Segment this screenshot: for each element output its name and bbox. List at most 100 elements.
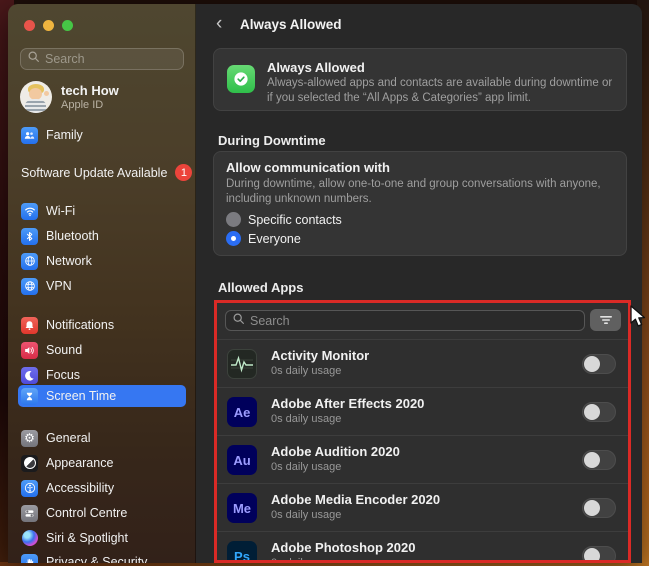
app-usage: 0s daily usage [271,557,341,563]
sidebar-item-label: Control Centre [46,506,127,520]
radio-unselected-icon[interactable] [226,212,241,227]
wifi-icon [21,203,38,220]
filter-button[interactable] [590,309,621,331]
sidebar-item-siri-spotlight[interactable]: Siri & Spotlight [18,527,186,549]
always-allowed-info-card: Always Allowed Always-allowed apps and c… [213,48,627,111]
audition-icon: Au [227,445,257,475]
app-toggle[interactable] [582,450,616,470]
check-seal-icon [227,65,255,93]
app-name: Adobe Photoshop 2020 [271,540,415,555]
app-row-media-encoder[interactable]: Me Adobe Media Encoder 2020 0s daily usa… [215,483,630,531]
back-button[interactable]: ‹ [216,13,222,35]
sidebar-item-accessibility[interactable]: Accessibility [18,477,186,499]
software-update-label: Software Update Available [21,166,167,180]
bluetooth-icon [21,228,38,245]
media-encoder-icon: Me [227,493,257,523]
info-card-description: Always-allowed apps and contacts are ava… [267,76,617,106]
sidebar: tech How Apple ID Family Software Update… [8,4,196,563]
moon-icon [21,367,38,384]
sidebar-item-privacy-security[interactable]: Privacy & Security [18,551,186,563]
minimize-window-button[interactable] [43,20,54,31]
sidebar-item-screen-time[interactable]: Screen Time [18,385,186,407]
sidebar-item-label: Screen Time [46,389,116,403]
sidebar-item-label: Family [46,128,83,142]
app-toggle[interactable] [582,546,616,563]
close-window-button[interactable] [24,20,35,31]
apps-search-row [215,301,630,339]
during-downtime-card: Allow communication with During downtime… [213,151,627,256]
apps-search-input[interactable] [250,314,550,328]
after-effects-icon: Ae [227,397,257,427]
sidebar-item-appearance[interactable]: Appearance [18,452,186,474]
communication-title: Allow communication with [226,160,390,175]
system-settings-window: tech How Apple ID Family Software Update… [8,4,642,563]
sidebar-search-input[interactable] [45,52,165,66]
page-title: Always Allowed [240,17,342,32]
sidebar-profile[interactable]: tech How Apple ID [20,81,119,113]
app-toggle[interactable] [582,498,616,518]
bell-icon [21,317,38,334]
search-icon [232,312,245,330]
window-controls [24,20,73,31]
search-icon [27,50,40,68]
family-icon [21,127,38,144]
app-row-photoshop[interactable]: Ps Adobe Photoshop 2020 0s daily usage [215,531,630,563]
sidebar-item-sound[interactable]: Sound [18,339,186,361]
sidebar-item-label: Appearance [46,456,113,470]
sidebar-item-control-centre[interactable]: Control Centre [18,502,186,524]
sidebar-search-field[interactable] [20,48,184,70]
mouse-cursor [629,305,649,334]
sidebar-item-bluetooth[interactable]: Bluetooth [18,225,186,247]
gear-icon: ⚙ [21,430,38,447]
section-label-allowed-apps: Allowed Apps [218,280,303,295]
sidebar-item-label: Network [46,254,92,268]
app-row-after-effects[interactable]: Ae Adobe After Effects 2020 0s daily usa… [215,387,630,435]
allowed-apps-card: Activity Monitor 0s daily usage Ae Adobe… [215,301,630,562]
sidebar-item-general[interactable]: ⚙ General [18,427,186,449]
avatar [20,81,52,113]
app-usage: 0s daily usage [271,413,341,425]
sidebar-item-network[interactable]: Network [18,250,186,272]
sidebar-item-label: VPN [46,279,72,293]
radio-label: Everyone [248,232,301,246]
globe-icon [21,253,38,270]
contrast-icon [21,455,38,472]
photoshop-icon: Ps [227,541,257,563]
filter-icon [599,314,613,326]
radio-option-specific-contacts[interactable]: Specific contacts [226,212,342,227]
sidebar-item-label: General [46,431,90,445]
main-pane: ‹ Always Allowed Always Allowed Always-a… [196,4,642,563]
app-row-audition[interactable]: Au Adobe Audition 2020 0s daily usage [215,435,630,483]
vpn-globe-icon [21,278,38,295]
toggles-icon [21,505,38,522]
app-toggle[interactable] [582,354,616,374]
app-name: Activity Monitor [271,348,369,363]
radio-label: Specific contacts [248,213,342,227]
notification-badge: 1 [175,164,192,181]
app-row-activity-monitor[interactable]: Activity Monitor 0s daily usage [215,339,630,387]
zoom-window-button[interactable] [62,20,73,31]
sidebar-item-label: Siri & Spotlight [46,531,128,545]
sidebar-item-notifications[interactable]: Notifications [18,314,186,336]
profile-name: tech How [61,83,119,98]
speaker-icon [21,342,38,359]
hourglass-icon [21,388,38,405]
activity-monitor-icon [227,349,257,379]
sidebar-item-family[interactable]: Family [18,124,186,146]
app-name: Adobe After Effects 2020 [271,396,424,411]
sidebar-item-focus[interactable]: Focus [18,364,186,386]
sidebar-item-label: Accessibility [46,481,114,495]
apps-search-field[interactable] [225,310,585,331]
app-name: Adobe Media Encoder 2020 [271,492,440,507]
app-usage: 0s daily usage [271,509,341,521]
radio-option-everyone[interactable]: Everyone [226,231,301,246]
radio-selected-icon[interactable] [226,231,241,246]
siri-icon [21,530,38,547]
sidebar-item-software-update[interactable]: Software Update Available 1 [21,164,192,181]
app-toggle[interactable] [582,402,616,422]
sidebar-item-wifi[interactable]: Wi-Fi [18,200,186,222]
app-name: Adobe Audition 2020 [271,444,400,459]
sidebar-item-vpn[interactable]: VPN [18,275,186,297]
app-usage: 0s daily usage [271,365,341,377]
hand-icon [21,554,38,564]
